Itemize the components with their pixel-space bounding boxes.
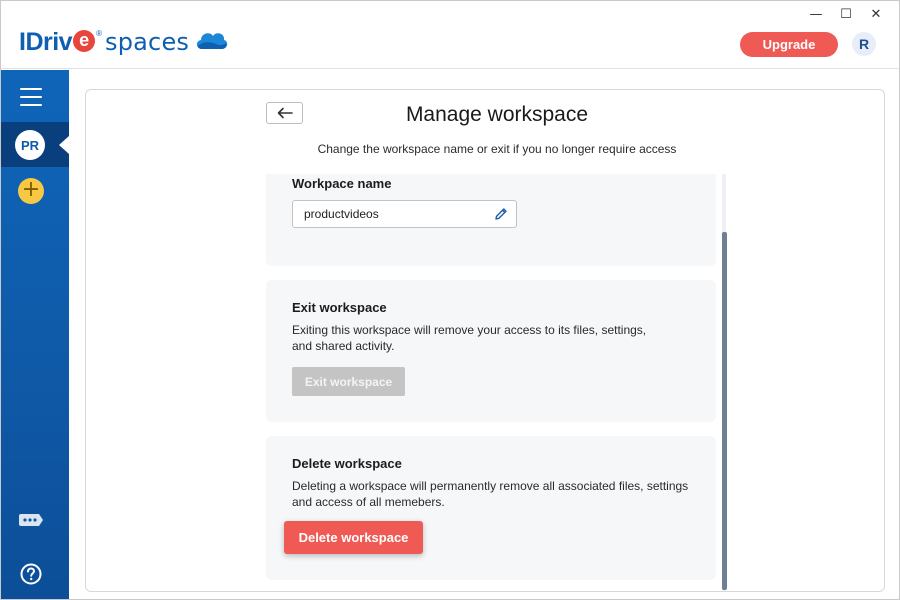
page-subtitle: Change the workspace name or exit if you… <box>317 142 677 156</box>
logo-product-text: spaces <box>105 28 190 56</box>
cloud-icon <box>197 33 228 49</box>
chat-bubble-icon[interactable] <box>18 513 44 533</box>
delete-workspace-heading: Delete workspace <box>292 456 402 471</box>
page-title: Manage workspace <box>405 103 589 126</box>
logo-registered-mark: ® <box>96 28 102 38</box>
pencil-edit-icon[interactable] <box>494 207 508 221</box>
delete-workspace-button[interactable]: Delete workspace <box>284 521 423 554</box>
exit-workspace-panel: Exit workspace Exiting this workspace wi… <box>266 280 716 422</box>
user-avatar[interactable]: R <box>852 32 876 56</box>
minimize-button[interactable]: — <box>801 3 831 25</box>
workspace-name-value: productvideos <box>304 207 379 221</box>
app-window: IDriv e ® spaces — ☐ ✕ Upgrade R PR + Ma… <box>0 0 900 600</box>
manage-workspace-card: Manage workspace Change the workspace na… <box>85 89 885 592</box>
workspace-name-input[interactable]: productvideos <box>292 200 517 228</box>
close-button[interactable]: ✕ <box>861 3 891 25</box>
settings-scroll-area[interactable]: Workpace name productvideos Exit workspa… <box>266 174 726 591</box>
active-indicator-notch <box>59 136 69 154</box>
workspace-name-heading: Workpace name <box>292 176 392 191</box>
workspace-avatar: PR <box>15 130 45 160</box>
help-circle-icon[interactable] <box>20 563 42 585</box>
workspace-name-panel: Workpace name productvideos <box>266 174 716 266</box>
delete-workspace-panel: Delete workspace Deleting a workspace wi… <box>266 436 716 580</box>
maximize-button[interactable]: ☐ <box>831 3 861 25</box>
logo-brand-text: IDriv <box>19 27 73 56</box>
exit-workspace-description: Exiting this workspace will remove your … <box>292 323 647 353</box>
app-header: IDriv e ® spaces — ☐ ✕ Upgrade R <box>1 1 899 69</box>
window-controls: — ☐ ✕ <box>801 3 891 25</box>
exit-workspace-heading: Exit workspace <box>292 300 387 315</box>
scrollbar-thumb[interactable] <box>722 232 727 590</box>
sidebar: PR + <box>1 70 69 599</box>
add-workspace-button[interactable]: + <box>18 178 44 204</box>
hamburger-menu-icon[interactable] <box>20 88 42 112</box>
exit-workspace-button[interactable]: Exit workspace <box>292 367 405 396</box>
upgrade-button[interactable]: Upgrade <box>740 32 838 57</box>
idrive-spaces-logo: IDriv e ® spaces <box>19 26 228 58</box>
logo-e-badge: e <box>73 30 96 52</box>
delete-workspace-description: Deleting a workspace will permanently re… <box>292 479 689 509</box>
sidebar-item-active-workspace[interactable]: PR <box>1 122 69 167</box>
